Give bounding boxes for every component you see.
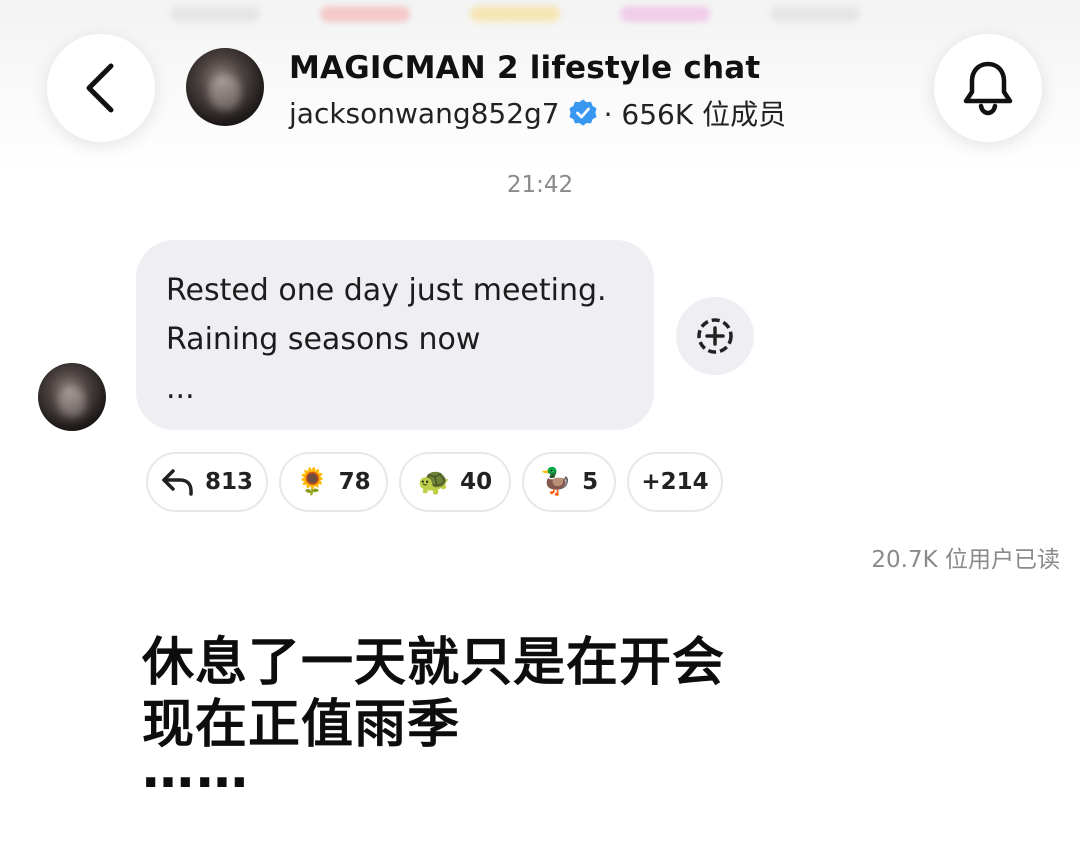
blurred-item xyxy=(320,6,410,22)
message-timestamp: 21:42 xyxy=(506,172,574,198)
blurred-item xyxy=(470,6,560,22)
more-reactions-chip[interactable]: +214 xyxy=(627,452,723,512)
message-text-line: ... xyxy=(166,371,195,406)
reaction-chip-sunflower[interactable]: 🌻 78 xyxy=(279,452,388,512)
turtle-emoji: 🐢 xyxy=(417,467,451,497)
username: jacksonwang852g7 xyxy=(289,96,560,130)
message-text-line: Rested one day just meeting. xyxy=(166,273,607,308)
reaction-chip-turtle[interactable]: 🐢 40 xyxy=(399,452,511,512)
chat-subtitle[interactable]: jacksonwang852g7 · 656K 位成员 xyxy=(289,94,786,132)
chat-avatar[interactable] xyxy=(186,48,264,126)
sunflower-emoji: 🌻 xyxy=(296,467,329,497)
bell-icon xyxy=(963,61,1013,116)
member-count: · 656K 位成员 xyxy=(603,98,787,131)
blurred-item xyxy=(170,6,260,22)
duck-emoji: 🦆 xyxy=(539,467,573,497)
caption-line: …… xyxy=(142,740,250,800)
blurred-item xyxy=(770,6,860,22)
reaction-count: 813 xyxy=(204,469,253,495)
blurred-previous-content xyxy=(0,0,1080,30)
notifications-button[interactable] xyxy=(934,34,1042,142)
reaction-count: 5 xyxy=(582,469,599,495)
message-text-line: Raining seasons now xyxy=(166,322,481,357)
read-receipt-count: 20.7K 位用户已读 xyxy=(871,547,1060,573)
blurred-item xyxy=(620,6,710,22)
chevron-left-icon xyxy=(86,63,114,113)
chat-title[interactable]: MAGICMAN 2 lifestyle chat xyxy=(289,50,760,86)
sender-avatar[interactable] xyxy=(38,363,106,431)
add-reaction-button[interactable] xyxy=(676,297,754,375)
reaction-count: 40 xyxy=(460,469,493,495)
more-reactions-count: +214 xyxy=(641,469,709,495)
reply-count-chip[interactable]: 813 xyxy=(146,452,268,512)
reaction-count: 78 xyxy=(338,469,371,495)
reply-arrow-icon xyxy=(162,469,193,496)
verified-badge-icon xyxy=(568,98,598,128)
reaction-chip-duck[interactable]: 🦆 5 xyxy=(522,452,616,512)
add-reaction-icon xyxy=(697,318,733,354)
back-button[interactable] xyxy=(47,34,155,142)
message-bubble[interactable]: Rested one day just meeting. Raining sea… xyxy=(136,240,654,430)
